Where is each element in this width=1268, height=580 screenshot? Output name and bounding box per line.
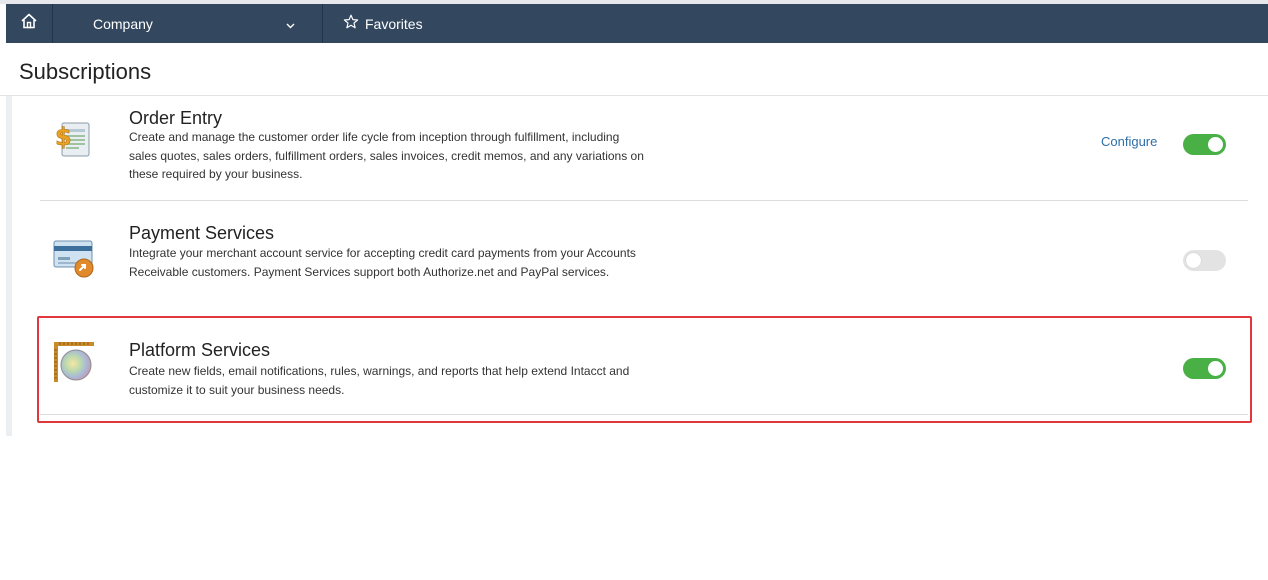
home-button[interactable] xyxy=(6,4,53,43)
subscription-toggle-payment-services[interactable] xyxy=(1183,250,1226,271)
star-outline-icon xyxy=(343,14,365,33)
subscription-name: Order Entry xyxy=(129,108,223,128)
payment-card-icon xyxy=(52,236,96,285)
subscription-description: Integrate your merchant account service … xyxy=(129,246,636,279)
subscription-toggle-order-entry[interactable] xyxy=(1183,134,1226,155)
highlight-box xyxy=(37,316,1252,423)
page-title: Subscriptions xyxy=(19,59,152,84)
order-entry-icon: $ xyxy=(52,117,96,166)
subscription-name: Payment Services xyxy=(129,223,275,243)
subscription-row-order-entry: $ Order Entry Create and manage the cust… xyxy=(40,100,1248,200)
svg-text:$: $ xyxy=(55,123,72,151)
top-nav-bar: Company Favorites xyxy=(6,4,1268,43)
toggle-knob xyxy=(1186,253,1201,268)
company-menu[interactable]: Company xyxy=(53,4,323,43)
configure-link[interactable]: Configure xyxy=(1101,134,1157,149)
left-rail xyxy=(6,96,12,436)
favorites-menu[interactable]: Favorites xyxy=(323,4,423,43)
toggle-knob xyxy=(1208,137,1223,152)
home-icon xyxy=(20,12,38,35)
subscription-description: Create and manage the customer order lif… xyxy=(129,130,644,181)
row-divider xyxy=(40,200,1248,201)
chevron-down-icon xyxy=(286,16,295,32)
subscription-row-payment-services: Payment Services Integrate your merchant… xyxy=(40,218,1248,308)
company-menu-label: Company xyxy=(93,15,153,32)
title-divider xyxy=(0,95,1268,96)
favorites-label: Favorites xyxy=(365,15,423,32)
